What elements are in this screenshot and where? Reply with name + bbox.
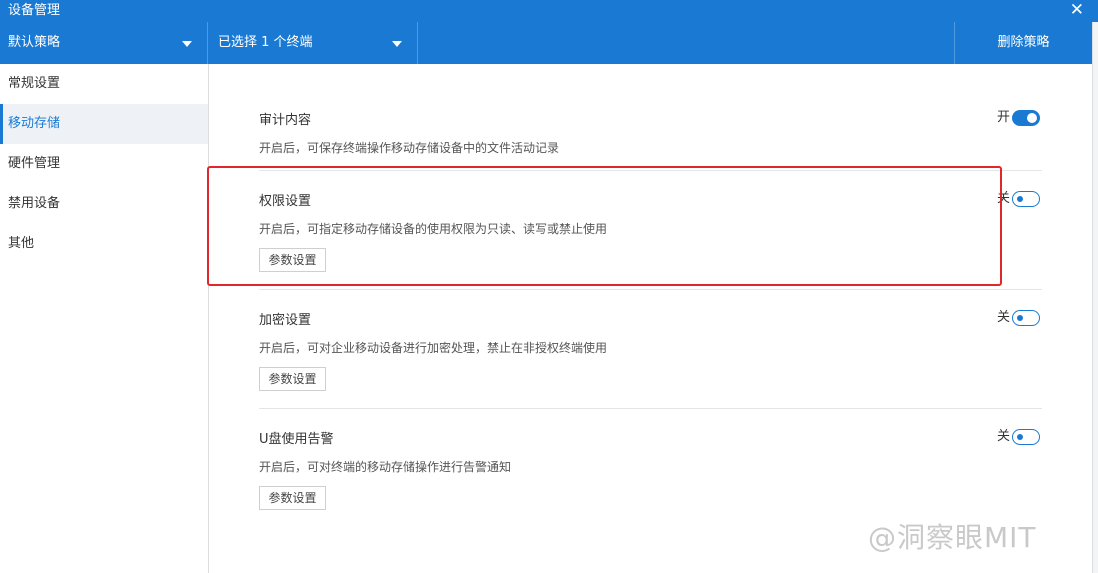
policy-select-value: 默认策略 — [8, 35, 61, 50]
sidebar-item-hardware[interactable]: 硬件管理 — [0, 144, 208, 184]
policy-select[interactable]: 默认策略 — [0, 22, 208, 64]
window-title: 设备管理 — [8, 3, 61, 18]
watermark: @洞察眼MIT — [868, 521, 1037, 554]
background-window-edge — [1092, 22, 1098, 573]
sidebar-item-general[interactable]: 常规设置 — [0, 64, 208, 104]
sidebar: 常规设置 移动存储 硬件管理 禁用设备 其他 — [0, 64, 209, 573]
usb-alert-params-button[interactable]: 参数设置 — [259, 486, 326, 510]
terminal-select[interactable]: 已选择 1 个终端 — [208, 22, 418, 64]
section-title: 加密设置 — [259, 313, 312, 328]
section-description: 开启后，可对终端的移动存储操作进行告警通知 — [259, 460, 512, 474]
audit-toggle-switch[interactable] — [1012, 110, 1040, 126]
main-content: 审计内容 开启后，可保存终端操作移动存储设备中的文件活动记录 开 权限设置 开启… — [209, 64, 1092, 573]
section-title: 审计内容 — [259, 113, 312, 128]
permission-params-button[interactable]: 参数设置 — [259, 248, 326, 272]
chevron-down-icon — [392, 41, 402, 47]
sidebar-item-removable-storage[interactable]: 移动存储 — [0, 104, 208, 144]
close-icon[interactable]: ✕ — [1070, 0, 1084, 20]
encryption-toggle-group: 关 — [982, 309, 1042, 327]
encryption-section: 加密设置 开启后，可对企业移动设备进行加密处理，禁止在非授权终端使用 参数设置 … — [259, 309, 1042, 399]
toolbar: 默认策略 已选择 1 个终端 删除策略 — [0, 22, 1092, 64]
chevron-down-icon — [182, 41, 192, 47]
encryption-params-button[interactable]: 参数设置 — [259, 367, 326, 391]
terminal-select-value: 已选择 1 个终端 — [218, 35, 313, 50]
divider — [259, 408, 1042, 409]
toggle-state-label: 关 — [996, 429, 1010, 444]
section-description: 开启后，可指定移动存储设备的使用权限为只读、读写或禁止使用 — [259, 222, 608, 236]
permission-toggle-switch[interactable] — [1012, 191, 1040, 207]
section-description: 开启后，可对企业移动设备进行加密处理，禁止在非授权终端使用 — [259, 341, 608, 355]
toggle-state-label: 关 — [996, 191, 1010, 206]
title-bar: 设备管理 ✕ — [0, 0, 1098, 22]
delete-policy-button[interactable]: 删除策略 — [954, 22, 1092, 64]
section-title: 权限设置 — [259, 194, 312, 209]
encryption-toggle-switch[interactable] — [1012, 310, 1040, 326]
divider — [259, 289, 1042, 290]
toggle-state-label: 关 — [996, 310, 1010, 325]
divider — [259, 170, 1042, 171]
usb-alert-toggle-group: 关 — [982, 428, 1042, 446]
sidebar-item-other[interactable]: 其他 — [0, 224, 208, 264]
audit-section: 审计内容 开启后，可保存终端操作移动存储设备中的文件活动记录 开 — [259, 109, 1042, 189]
permission-toggle-group: 关 — [982, 190, 1042, 208]
usb-alert-section: U盘使用告警 开启后，可对终端的移动存储操作进行告警通知 参数设置 关 — [259, 428, 1042, 518]
sidebar-item-disabled-devices[interactable]: 禁用设备 — [0, 184, 208, 224]
audit-toggle-group: 开 — [982, 109, 1042, 127]
usb-alert-toggle-switch[interactable] — [1012, 429, 1040, 445]
section-title: U盘使用告警 — [259, 432, 334, 447]
toggle-state-label: 开 — [996, 110, 1010, 125]
section-description: 开启后，可保存终端操作移动存储设备中的文件活动记录 — [259, 141, 560, 155]
permission-section: 权限设置 开启后，可指定移动存储设备的使用权限为只读、读写或禁止使用 参数设置 … — [259, 190, 1042, 280]
